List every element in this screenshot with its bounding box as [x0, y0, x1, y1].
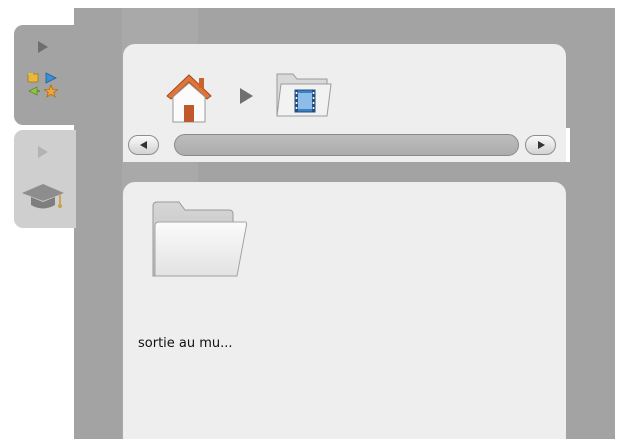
tab-expand-arrow-icon[interactable]: [38, 41, 48, 53]
movie-folder-icon[interactable]: [273, 66, 337, 122]
tab-education[interactable]: [14, 130, 76, 228]
folder-icon: [152, 201, 248, 277]
tab-tools[interactable]: [14, 25, 76, 125]
list-item[interactable]: sortie au mu...: [133, 198, 293, 351]
scroll-right-button[interactable]: [525, 135, 556, 155]
horizontal-scrollbar-track[interactable]: [174, 134, 519, 156]
tab-expand-arrow-icon[interactable]: [38, 146, 48, 158]
breadcrumb: [123, 44, 570, 162]
board-library-window: sortie au mu...: [0, 0, 617, 439]
chevron-right-icon: [240, 88, 253, 104]
graduation-cap-icon: [22, 184, 64, 209]
scrollbar-edge: [566, 128, 570, 162]
tools-icon: [27, 72, 59, 98]
folder-label: sortie au mu...: [138, 336, 233, 351]
home-icon[interactable]: [161, 70, 217, 124]
scroll-left-icon: [140, 141, 147, 149]
scroll-left-button[interactable]: [128, 135, 159, 155]
scroll-right-icon: [538, 141, 545, 149]
folder-content-area: sortie au mu...: [123, 182, 566, 439]
